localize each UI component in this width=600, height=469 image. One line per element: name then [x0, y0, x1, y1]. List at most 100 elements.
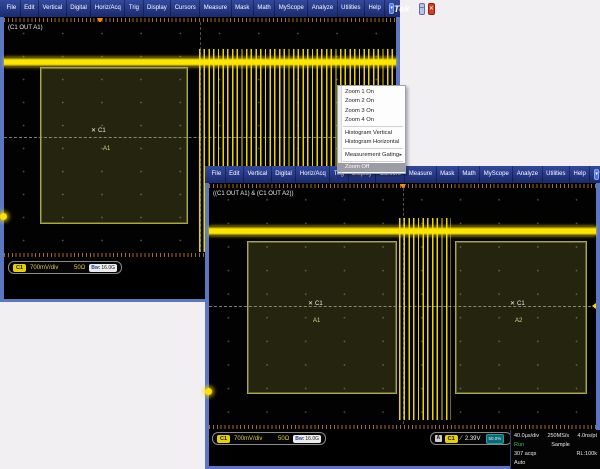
zoom-area-box-a1[interactable]: [40, 67, 188, 224]
trigger-a-badge: A: [435, 435, 442, 442]
menu-vertical[interactable]: Vertical: [244, 166, 272, 183]
trigger-level: 2.39V: [465, 436, 481, 442]
context-item-zoom-3-on[interactable]: Zoom 3 On: [338, 106, 405, 116]
menu-measure[interactable]: Measure: [405, 166, 436, 183]
zoom-area-box-a1[interactable]: [247, 241, 397, 394]
desktop: FileEditVerticalDigitalHoriz/AcqTrigDisp…: [0, 0, 600, 469]
rising-slope-icon: ∕: [461, 435, 462, 442]
context-menu: Zoom 1 OnZoom 2 On Zoom 3 On Zoom 4 On Hist…: [337, 85, 406, 174]
menu-horiz-acq[interactable]: Horiz/Acq: [296, 166, 330, 183]
trace-title: (C1 OUT A1): [8, 25, 43, 31]
zoom-area-label-a1: A1: [313, 318, 320, 324]
record-length: RL:100k: [577, 450, 598, 459]
trace-title: ((C1 OUT A1) & (C1 OUT A2)): [213, 191, 293, 197]
acquisition-panel[interactable]: 40.0µs/div 250MS/s 4.0ns/pt Run Sample 3…: [510, 430, 600, 469]
channel-readout-1[interactable]: C1 700mV/div 50Ω Bw:16.0G: [8, 261, 122, 274]
context-item-histogram-vertical[interactable]: Histogram Vertical: [338, 128, 405, 138]
termination: 50Ω: [278, 436, 289, 442]
zoom-area-label-a2: A2: [515, 318, 522, 324]
timebase-row: 40.0µs/div 250MS/s 4.0ns/pt: [514, 432, 597, 441]
menu-items: FileEditVerticalDigitalHoriz/AcqTrigDisp…: [3, 0, 385, 17]
context-item-zoom-4-on[interactable]: Zoom 4 On: [338, 116, 405, 126]
menu-math[interactable]: Math: [459, 166, 480, 183]
acquisition-mode: Sample: [551, 441, 570, 450]
bandwidth-readout: Bw:16.0G: [293, 435, 321, 443]
trace-marker-c1: ✕C1: [91, 127, 106, 134]
x-marker-icon: ✕: [308, 301, 313, 307]
menu-separator: [343, 161, 403, 162]
menu-myscope[interactable]: MyScope: [275, 0, 308, 17]
waveform-burst: [399, 218, 451, 420]
minimize-button[interactable]: –: [419, 3, 425, 15]
trace-marker-c1-a2: ✕C1: [510, 300, 525, 307]
menu-file[interactable]: File: [3, 0, 21, 17]
menu-myscope[interactable]: MyScope: [480, 166, 513, 183]
menu-utilities[interactable]: Utilities: [543, 166, 570, 183]
context-item-label: Measurement Gating: [345, 152, 399, 158]
display-area-2[interactable]: ✕C1 A1 ✕C1 A2 ((C1 OUT A1) & (C1 OUT A2)…: [205, 183, 600, 469]
scope-window-2: FileEditVerticalDigitalHoriz/AcqTrigDisp…: [205, 166, 600, 469]
ruler-bottom: [209, 425, 596, 429]
menu-math[interactable]: Math: [254, 0, 275, 17]
close-button[interactable]: ✕: [428, 3, 435, 15]
vertical-scale: 700mV/div: [30, 265, 58, 271]
menu-edit[interactable]: Edit: [226, 166, 244, 183]
menu-analyze[interactable]: Analyze: [513, 166, 542, 183]
sample-interval: 4.0ns/pt: [577, 432, 597, 441]
graticule-2[interactable]: ✕C1 A1 ✕C1 A2 ((C1 OUT A1) & (C1 OUT A2)…: [209, 188, 596, 424]
menubar-1: FileEditVerticalDigitalHoriz/AcqTrigDisp…: [0, 0, 400, 17]
menu-edit[interactable]: Edit: [21, 0, 39, 17]
submenu-arrow-icon: ▸: [399, 152, 402, 158]
channel1-position-marker[interactable]: [0, 213, 7, 220]
horizontal-position-badge[interactable]: 50.0%: [486, 434, 505, 444]
context-item-label: Zoom 2 On: [345, 98, 374, 104]
menu-analyze[interactable]: Analyze: [308, 0, 337, 17]
bandwidth-readout: Bw:16.0G: [89, 264, 117, 272]
acq-count-row: 307 acqs RL:100k: [514, 450, 597, 459]
channel-readout-2[interactable]: C1 700mV/div 50Ω Bw:16.0G: [212, 432, 326, 445]
zoom-area-label-a1: A1: [103, 146, 110, 152]
context-item-zoom-1-on[interactable]: Zoom 1 On: [338, 87, 405, 97]
menu-help[interactable]: Help: [365, 0, 385, 17]
bandwidth-icon: Bw:: [295, 435, 304, 443]
context-item-zoom-2-on[interactable]: Zoom 2 On: [338, 97, 405, 107]
context-item-label: Histogram Vertical: [345, 130, 392, 136]
tek-logo: Tek: [394, 4, 410, 14]
menu-trig[interactable]: Trig: [125, 0, 143, 17]
menu-file[interactable]: File: [208, 166, 226, 183]
context-item-measurement-gating[interactable]: Measurement Gating▸: [338, 150, 405, 160]
termination: 50Ω: [74, 265, 85, 271]
context-item-label: Histogram Horizontal: [345, 139, 399, 145]
trigger-mode: Auto: [514, 459, 525, 468]
menu-separator: [343, 126, 403, 127]
menu-mask[interactable]: Mask: [437, 166, 459, 183]
trigger-readout[interactable]: A C1 ∕ 2.39V 50.0%: [430, 432, 512, 445]
vertical-scale: 700mV/div: [234, 436, 262, 442]
x-marker-icon: ✕: [510, 301, 515, 307]
channel-badge-c1[interactable]: C1: [217, 435, 230, 443]
menu-digital[interactable]: Digital: [67, 0, 92, 17]
menu-utilities[interactable]: Utilities: [338, 0, 365, 17]
menu-measure[interactable]: Measure: [200, 0, 231, 17]
trigger-mode-row: Auto: [514, 459, 597, 468]
reference-level-marker: [592, 303, 596, 309]
menu-help[interactable]: Help: [570, 166, 590, 183]
menu-digital[interactable]: Digital: [272, 166, 297, 183]
menu-horiz-acq[interactable]: Horiz/Acq: [91, 0, 125, 17]
menu-mask[interactable]: Mask: [232, 0, 254, 17]
menu-display[interactable]: Display: [144, 0, 172, 17]
channel-badge-c1[interactable]: C1: [13, 264, 26, 272]
channel1-position-marker[interactable]: [205, 388, 212, 395]
timebase: 40.0µs/div: [514, 432, 539, 441]
context-item-histogram-horizontal[interactable]: Histogram Horizontal: [338, 138, 405, 148]
menu-vertical[interactable]: Vertical: [39, 0, 67, 17]
trace-marker-c1-a1: ✕C1: [308, 300, 323, 307]
x-marker-icon: ✕: [91, 128, 96, 134]
run-state: Run: [514, 441, 524, 450]
acq-count: 307 acqs: [514, 450, 536, 459]
context-item-label: Zoom 4 On: [345, 117, 374, 123]
trigger-source-badge[interactable]: C1: [445, 435, 458, 443]
context-item-label: Zoom 3 On: [345, 108, 374, 114]
menu-cursors[interactable]: Cursors: [171, 0, 200, 17]
context-item-zoom-off[interactable]: Zoom Off: [338, 163, 405, 173]
